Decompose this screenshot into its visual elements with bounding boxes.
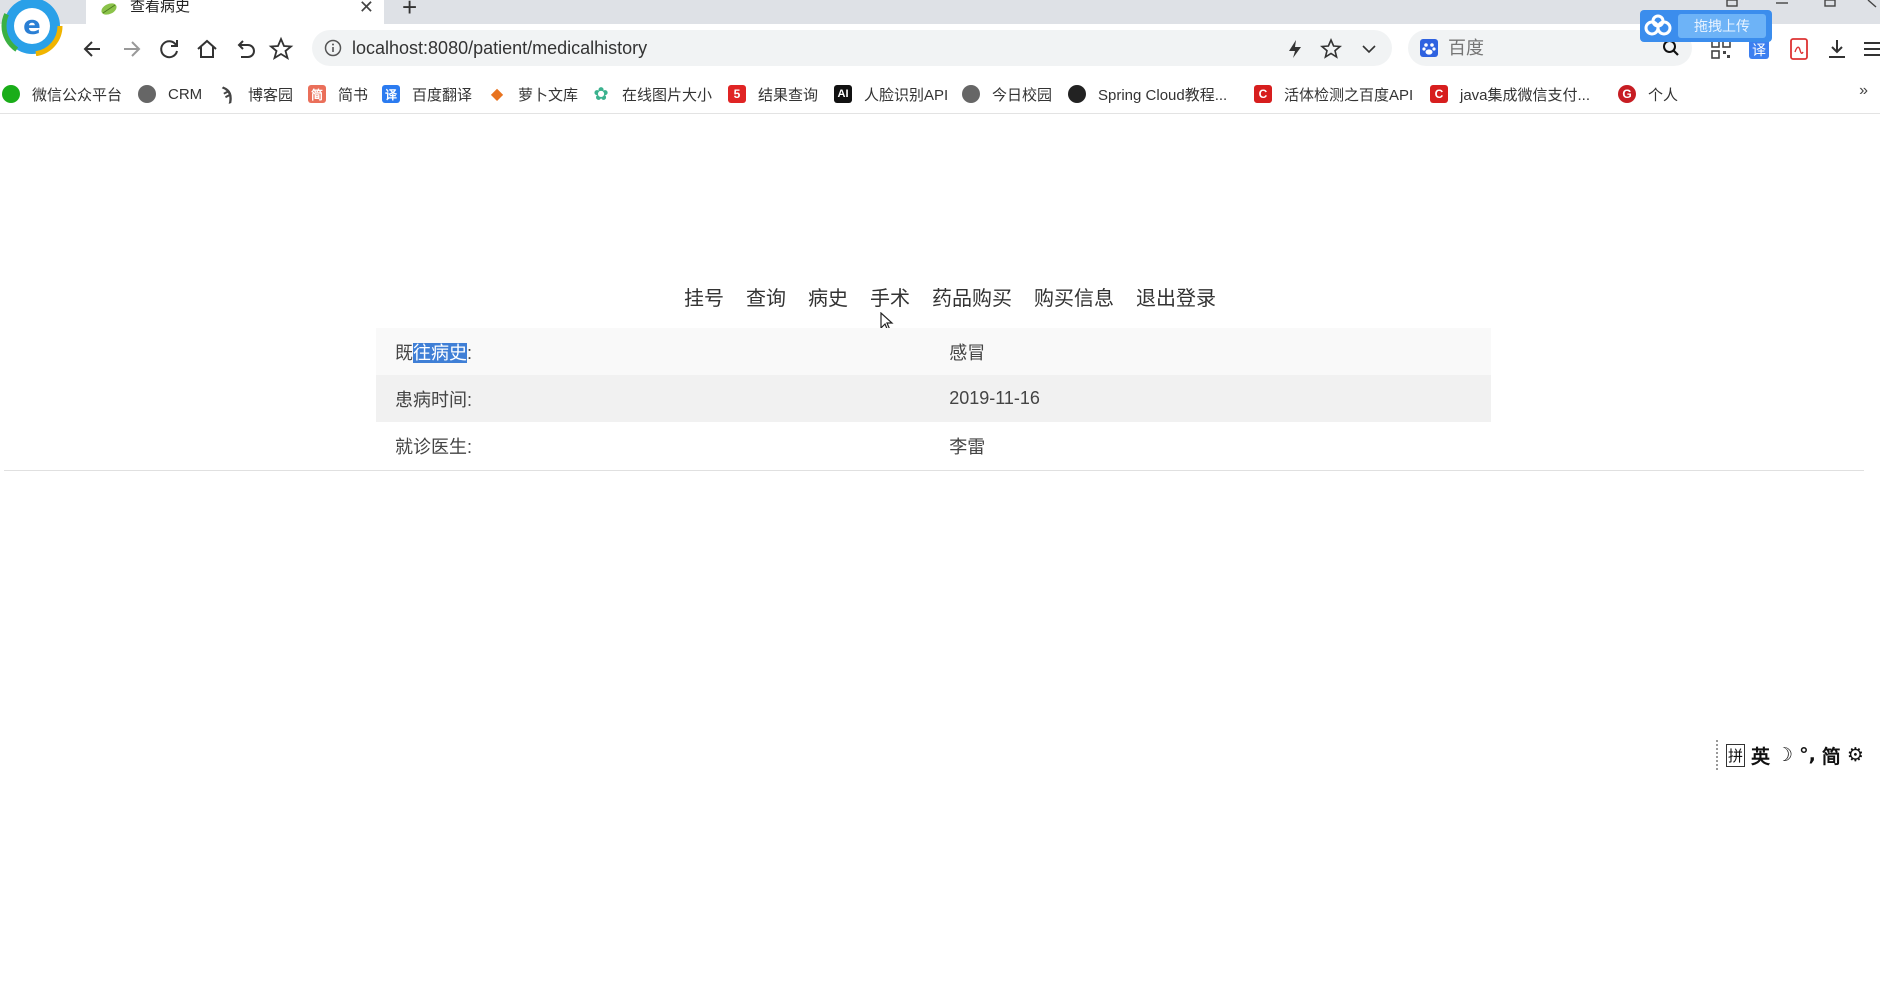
ai-icon: AI bbox=[834, 85, 852, 103]
address-bar[interactable]: localhost:8080/patient/medicalhistory bbox=[312, 30, 1392, 66]
five-icon: 5 bbox=[728, 85, 746, 103]
bookmark-luobo[interactable]: ◆ 萝卜文库 bbox=[488, 84, 578, 104]
bookmark-spring-cloud[interactable]: Spring Cloud教程... bbox=[1068, 84, 1227, 104]
bookmark-personal[interactable]: G 个人 bbox=[1618, 84, 1678, 104]
nav-drug-purchase[interactable]: 药品购买 bbox=[932, 284, 1012, 314]
download-icon[interactable] bbox=[1824, 36, 1850, 62]
flower-icon: ✿ bbox=[593, 83, 609, 104]
upload-label: 拖拽上传 bbox=[1678, 14, 1766, 38]
nav-surgery[interactable]: 手术 bbox=[870, 284, 910, 314]
date-label: 患病时间: bbox=[395, 389, 473, 410]
ime-settings-icon[interactable]: ⚙ bbox=[1847, 744, 1864, 766]
doctor-value: 李雷 bbox=[949, 436, 986, 457]
github-icon bbox=[1068, 85, 1086, 103]
main-nav: 挂号 查询 病史 手术 药品购买 购买信息 退出登录 bbox=[0, 284, 1880, 314]
pin-window-icon[interactable] bbox=[1724, 0, 1740, 8]
active-tab[interactable]: 查看病史 ✕ bbox=[86, 0, 384, 24]
browser-logo-icon: e bbox=[1, 0, 63, 56]
bookmark-cnblogs[interactable]: ϡ 博客园 bbox=[218, 83, 294, 104]
maximize-icon[interactable] bbox=[1822, 0, 1838, 8]
back-icon[interactable] bbox=[80, 36, 106, 62]
history-value: 感冒 bbox=[949, 342, 986, 363]
upload-widget[interactable]: 拖拽上传 bbox=[1640, 10, 1772, 42]
gitee-icon: G bbox=[1618, 85, 1636, 103]
baidu-cloud-icon bbox=[1644, 14, 1672, 36]
bookmark-jianshu[interactable]: 简简书 bbox=[308, 84, 368, 104]
nav-register[interactable]: 挂号 bbox=[684, 284, 724, 314]
url-text[interactable]: localhost:8080/patient/medicalhistory bbox=[352, 38, 647, 59]
site-info-icon[interactable] bbox=[324, 39, 342, 57]
favorite-star-icon[interactable] bbox=[268, 36, 294, 62]
ime-pinyin-button[interactable]: 拼 bbox=[1726, 743, 1746, 767]
ime-moon-icon[interactable]: ☽ bbox=[1776, 744, 1793, 766]
bookmark-java-wechat-pay[interactable]: Cjava集成微信支付... bbox=[1430, 84, 1590, 104]
bookmarks-more-button[interactable]: » bbox=[1859, 82, 1868, 100]
selected-text: 往病史 bbox=[413, 342, 467, 363]
csdn-icon: C bbox=[1430, 85, 1448, 103]
bookmark-result-query[interactable]: 5 结果查询 bbox=[728, 84, 818, 104]
carrot-icon: ◆ bbox=[490, 86, 504, 103]
date-value: 2019-11-16 bbox=[949, 388, 1040, 408]
wechat-icon bbox=[2, 85, 20, 103]
table-row: 就诊医生: 李雷 bbox=[376, 422, 1491, 469]
browser-titlebar: e 查看病史 ✕ + bbox=[0, 0, 1880, 56]
chevron-down-icon[interactable] bbox=[1358, 38, 1380, 60]
browser-toolbar: localhost:8080/patient/medicalhistory 译 bbox=[0, 24, 1880, 72]
content-divider bbox=[4, 470, 1864, 471]
nav-query[interactable]: 查询 bbox=[746, 284, 786, 314]
bookmark-image-size[interactable]: ✿ 在线图片大小 bbox=[592, 84, 712, 104]
table-row: 既往病史: 感冒 bbox=[376, 328, 1491, 375]
nav-medical-history[interactable]: 病史 bbox=[808, 284, 848, 314]
leaf-icon bbox=[101, 3, 117, 15]
cnblogs-icon: ϡ bbox=[221, 83, 233, 104]
ime-english-button[interactable]: 英 bbox=[1751, 742, 1770, 769]
history-label: 既往病史: bbox=[395, 342, 473, 363]
svg-text:译: 译 bbox=[1752, 43, 1766, 59]
lightning-icon[interactable] bbox=[1284, 38, 1306, 60]
medical-history-table: 既往病史: 感冒 患病时间: 2019-11-16 就诊医生: 李雷 bbox=[376, 328, 1491, 469]
jianshu-icon: 简 bbox=[308, 85, 326, 103]
new-tab-button[interactable]: + bbox=[402, 0, 417, 20]
baidu-translate-icon: 译 bbox=[382, 85, 400, 103]
pdf-icon[interactable] bbox=[1786, 36, 1812, 62]
nav-logout[interactable]: 退出登录 bbox=[1136, 284, 1216, 314]
doctor-label: 就诊医生: bbox=[395, 436, 473, 457]
bookmarks-bar: 微信公众平台 CRM ϡ 博客园 简简书 译百度翻译 ◆ 萝卜文库 ✿ 在线图片大小 … bbox=[0, 74, 1880, 114]
tab-close-button[interactable]: ✕ bbox=[359, 0, 374, 16]
ime-toolbar: 拼 英 ☽ °, 简 ⚙ bbox=[1716, 740, 1880, 770]
forward-icon[interactable] bbox=[118, 36, 144, 62]
minimize-icon[interactable] bbox=[1774, 0, 1790, 6]
svg-text:e: e bbox=[23, 11, 41, 41]
menu-icon[interactable] bbox=[1860, 36, 1880, 62]
nav-purchase-info[interactable]: 购买信息 bbox=[1034, 284, 1114, 314]
ime-punctuation-button[interactable]: °, bbox=[1799, 744, 1816, 766]
bookmark-crm[interactable]: CRM bbox=[138, 84, 202, 104]
bookmark-face-api[interactable]: AI 人脸识别API bbox=[834, 84, 948, 104]
csdn-icon: C bbox=[1254, 85, 1272, 103]
globe-icon bbox=[138, 85, 156, 103]
bookmark-liveness-api[interactable]: C 活体检测之百度API bbox=[1254, 84, 1413, 104]
table-row: 患病时间: 2019-11-16 bbox=[376, 375, 1491, 422]
home-icon[interactable] bbox=[194, 36, 220, 62]
close-window-icon[interactable] bbox=[1866, 0, 1880, 8]
search-input[interactable] bbox=[1448, 34, 1648, 62]
bookmark-wechat[interactable]: 微信公众平台 bbox=[2, 84, 122, 104]
baidu-paw-icon bbox=[1420, 39, 1438, 57]
bookmark-campus[interactable]: 今日校园 bbox=[962, 84, 1052, 104]
tab-title: 查看病史 bbox=[130, 0, 191, 15]
bookmark-baidu-translate[interactable]: 译百度翻译 bbox=[382, 84, 472, 104]
globe-icon bbox=[962, 85, 980, 103]
undo-icon[interactable] bbox=[232, 36, 258, 62]
reload-icon[interactable] bbox=[156, 36, 182, 62]
bookmark-star-icon[interactable] bbox=[1320, 38, 1342, 60]
ime-simplified-button[interactable]: 简 bbox=[1822, 742, 1841, 769]
